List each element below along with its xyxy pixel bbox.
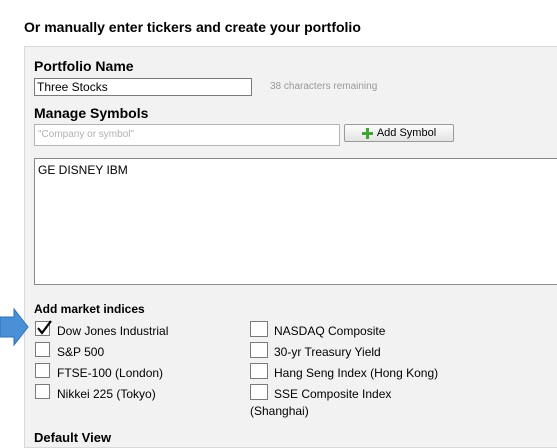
plus-icon (361, 127, 373, 139)
characters-remaining-text: 38 characters remaining (270, 81, 378, 92)
checkbox-sse[interactable] (250, 384, 268, 400)
index-option-nasdaq[interactable]: NASDAQ Composite (250, 321, 386, 338)
checkbox-ftse100[interactable] (35, 363, 50, 378)
symbol-search-input[interactable] (34, 124, 340, 146)
index-label: FTSE-100 (London) (57, 366, 164, 380)
index-option-nikkei225[interactable]: Nikkei 225 (Tokyo) (35, 384, 156, 401)
portfolio-name-label: Portfolio Name (34, 58, 134, 74)
index-option-treasury[interactable]: 30-yr Treasury Yield (250, 342, 381, 359)
index-label: Dow Jones Industrial (57, 324, 169, 338)
checkmark-icon (37, 320, 52, 335)
index-option-ftse100[interactable]: FTSE-100 (London) (35, 363, 164, 380)
index-option-sp500[interactable]: S&P 500 (35, 342, 105, 359)
add-symbol-label: Add Symbol (376, 127, 437, 139)
checkbox-nasdaq[interactable] (250, 321, 268, 337)
checkbox-hang-seng[interactable] (250, 363, 268, 379)
pointer-arrow-icon (0, 307, 29, 347)
index-label: SSE Composite Index (274, 387, 392, 401)
checkbox-nikkei225[interactable] (35, 384, 50, 399)
symbols-list-textarea[interactable]: GE DISNEY IBM (34, 158, 557, 285)
index-label: S&P 500 (57, 345, 105, 359)
page-heading: Or manually enter tickers and create you… (24, 19, 361, 35)
index-label: 30-yr Treasury Yield (274, 345, 381, 359)
index-label: Hang Seng Index (Hong Kong) (274, 366, 439, 380)
index-option-hang-seng[interactable]: Hang Seng Index (Hong Kong) (250, 363, 439, 380)
index-label: NASDAQ Composite (274, 324, 386, 338)
index-label-continuation: (Shanghai) (250, 404, 309, 418)
checkbox-dow-jones[interactable] (35, 320, 52, 336)
index-option-sse[interactable]: SSE Composite Index (250, 384, 392, 401)
index-label: Nikkei 225 (Tokyo) (57, 387, 156, 401)
checkbox-treasury[interactable] (250, 342, 268, 358)
manage-symbols-label: Manage Symbols (34, 105, 149, 121)
checkbox-sp500[interactable] (35, 342, 50, 357)
market-indices-label: Add market indices (34, 302, 145, 316)
portfolio-name-input[interactable] (34, 78, 252, 96)
add-symbol-button[interactable]: Add Symbol (344, 124, 454, 142)
index-option-dow-jones[interactable]: Dow Jones Industrial (35, 320, 169, 338)
